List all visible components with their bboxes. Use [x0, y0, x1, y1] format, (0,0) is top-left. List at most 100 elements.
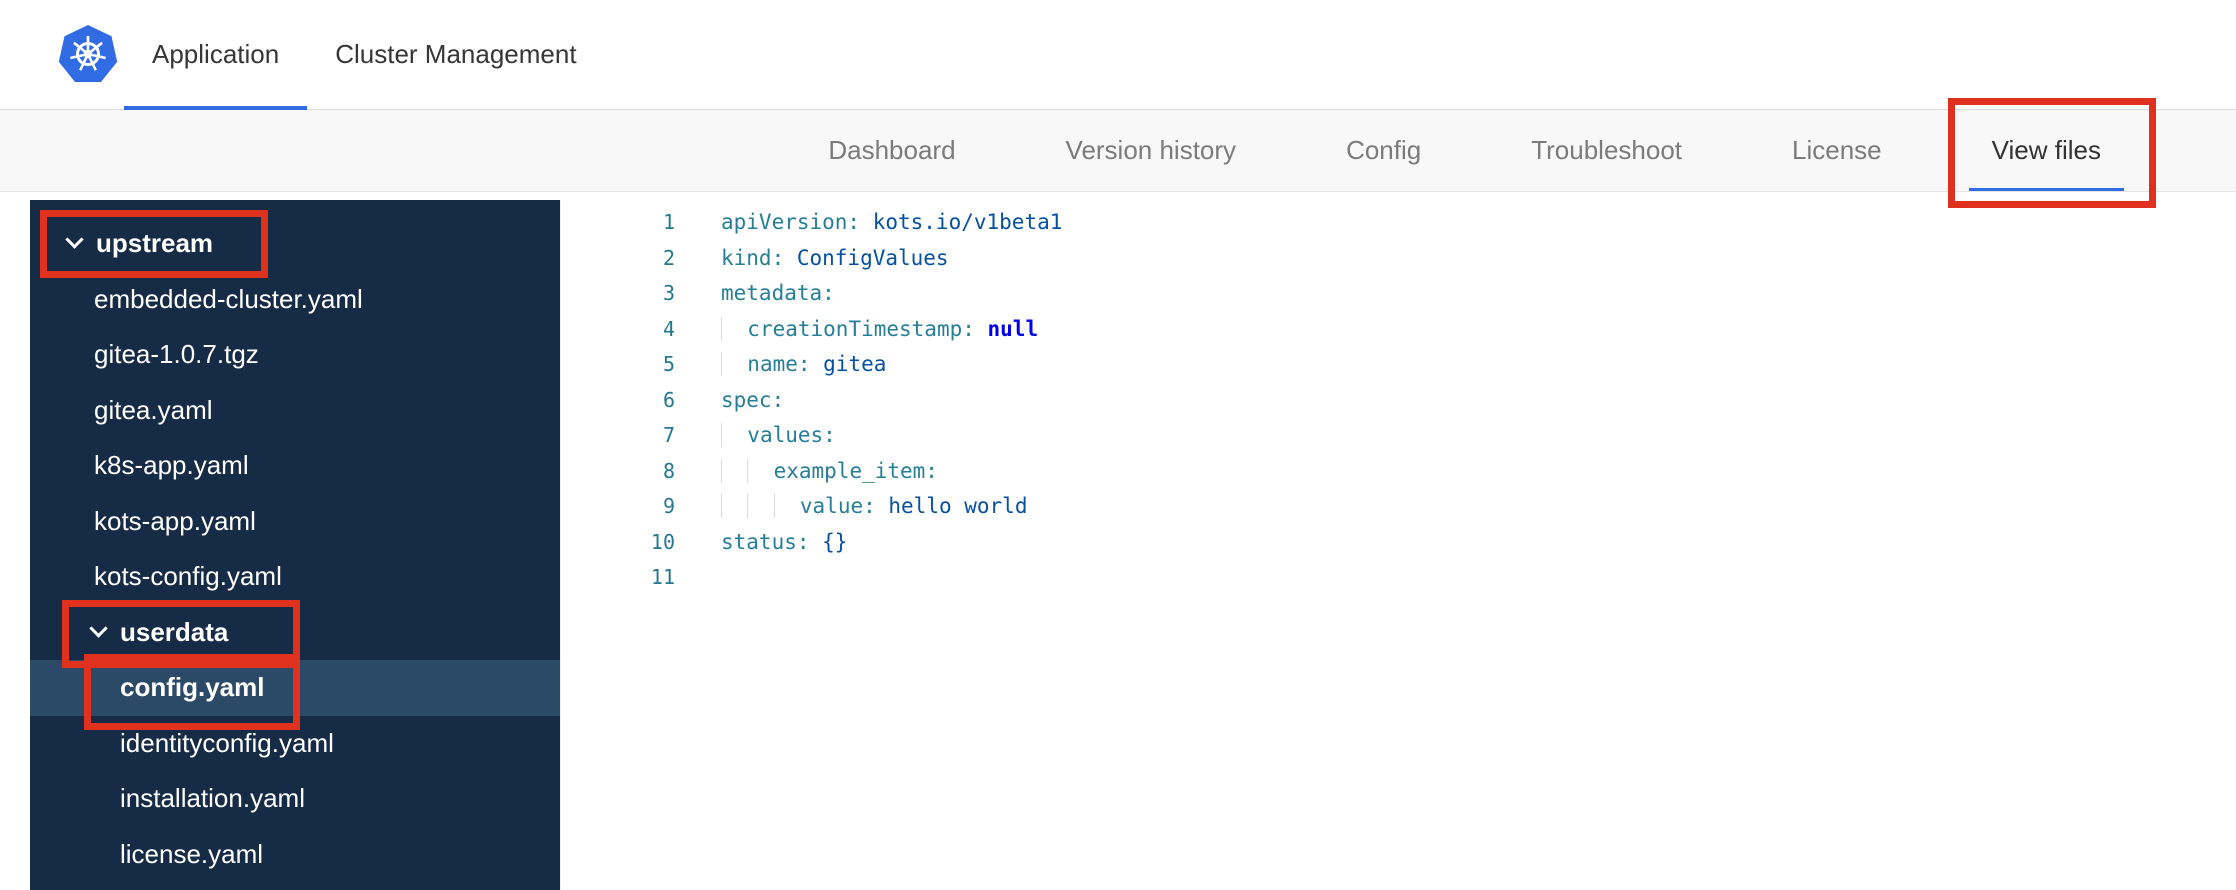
- yaml-token-key: value:: [799, 494, 876, 518]
- chevron-down-icon: [65, 230, 84, 249]
- subnav-item-troubleshoot[interactable]: Troubleshoot: [1476, 110, 1737, 191]
- yaml-token-key: apiVersion:: [721, 210, 861, 234]
- tree-file-installation-yaml[interactable]: installation.yaml: [30, 771, 560, 827]
- tree-item-label: userdata: [120, 616, 229, 647]
- line-number: 2: [662, 245, 675, 270]
- line-number: 11: [650, 565, 675, 589]
- subnav-item-version-history[interactable]: Version history: [1011, 110, 1292, 191]
- line-number: 5: [662, 352, 675, 376]
- tree-item-label: identityconfig.yaml: [120, 727, 334, 758]
- code-line-content: metadata:: [675, 276, 835, 312]
- line-number: 9: [662, 494, 675, 518]
- code-line-content: spec:: [675, 383, 784, 419]
- line-number: 7: [662, 423, 675, 447]
- subnav-item-config[interactable]: Config: [1291, 110, 1476, 191]
- code-line-content: apiVersion: kots.io/v1beta1: [675, 205, 1062, 241]
- subnav-item-view-files[interactable]: View files: [1937, 110, 2156, 191]
- indent-guide: [721, 423, 748, 447]
- tree-file-kots-config-yaml[interactable]: kots-config.yaml: [30, 549, 560, 605]
- code-line-content: status: {}: [675, 525, 847, 561]
- code-line-10: 10 status: {}: [561, 525, 2236, 561]
- app-section-tabs: Dashboard Version history Config Troublesho…: [0, 110, 2236, 192]
- yaml-token-value: hello world: [875, 494, 1028, 518]
- yaml-token-keyword: null: [974, 316, 1039, 341]
- yaml-token-key: values:: [747, 423, 836, 447]
- code-line-content: kind: ConfigValues: [675, 241, 949, 277]
- tree-file-gitea-yaml[interactable]: gitea.yaml: [30, 383, 560, 439]
- tree-file-k8s-app-yaml[interactable]: k8s-app.yaml: [30, 438, 560, 494]
- kots-admin-console: Application Cluster Management Dashboard V…: [0, 0, 2236, 890]
- indent-guide: [721, 316, 748, 341]
- code-line-content: name: gitea: [675, 347, 886, 383]
- tree-item-label: kots-app.yaml: [94, 505, 256, 536]
- tree-item-label: k8s-app.yaml: [94, 450, 249, 481]
- code-line-content: creationTimestamp: null: [675, 312, 1038, 348]
- tree-item-label: installation.yaml: [120, 783, 305, 814]
- tree-file-kots-app-yaml[interactable]: kots-app.yaml: [30, 494, 560, 550]
- tree-item-label: license.yaml: [120, 838, 264, 869]
- tree-item-label: config.yaml: [120, 672, 265, 703]
- code-line-content: value: hello world: [675, 489, 1027, 525]
- line-number: 6: [662, 387, 675, 412]
- code-line-6: 6 spec:: [561, 383, 2236, 419]
- indent-guide: [773, 494, 800, 518]
- code-line-9: 9 value: hello world: [561, 489, 2236, 525]
- tree-file-gitea-1-0-7-tgz[interactable]: gitea-1.0.7.tgz: [30, 327, 560, 383]
- primary-tabs: Application Cluster Management: [124, 0, 605, 110]
- code-line-4: 4 creationTimestamp: null: [561, 312, 2236, 348]
- code-line-11: 11: [561, 560, 2236, 596]
- line-number: 10: [650, 529, 675, 554]
- yaml-editor[interactable]: 1 apiVersion: kots.io/v1beta1 2 kind: Confi…: [560, 200, 2236, 890]
- yaml-token-value: kots.io/v1beta1: [860, 210, 1063, 234]
- yaml-token-key: name:: [747, 352, 811, 376]
- code-line-content: [675, 560, 721, 596]
- yaml-token-key: creationTimestamp:: [747, 316, 975, 341]
- file-tree-sidebar: upstream embedded-cluster.yaml gitea-1.0.7…: [30, 200, 560, 890]
- indent-guide: [721, 352, 748, 376]
- tree-item-label: kots-config.yaml: [94, 561, 282, 592]
- yaml-token-key: example_item:: [773, 458, 938, 483]
- tree-file-config-yaml[interactable]: config.yaml: [30, 660, 560, 716]
- code-line-content: values:: [675, 418, 836, 454]
- code-line-7: 7 values:: [561, 418, 2236, 454]
- yaml-token-value: ConfigValues: [784, 245, 949, 270]
- chevron-down-icon: [89, 619, 108, 638]
- line-number: 1: [662, 210, 675, 234]
- yaml-token-key: kind:: [721, 245, 785, 270]
- tree-folder-userdata[interactable]: userdata: [30, 605, 560, 661]
- code-line-3: 3 metadata:: [561, 276, 2236, 312]
- tab-application[interactable]: Application: [124, 0, 308, 110]
- yaml-token-key: status:: [721, 529, 810, 554]
- line-number: 8: [662, 458, 675, 483]
- tab-cluster-management[interactable]: Cluster Management: [307, 0, 604, 109]
- tree-folder-upstream[interactable]: upstream: [30, 216, 560, 272]
- yaml-token-value: gitea: [810, 352, 887, 376]
- yaml-token-key: metadata:: [721, 281, 835, 305]
- tree-item-label: upstream: [96, 228, 214, 259]
- code-line-5: 5 name: gitea: [561, 347, 2236, 383]
- kubernetes-helm-wheel-icon: [58, 25, 118, 82]
- indent-guide: [747, 458, 774, 483]
- indent-guide: [747, 494, 774, 518]
- tree-file-identityconfig-yaml[interactable]: identityconfig.yaml: [30, 716, 560, 772]
- tree-file-license-yaml[interactable]: license.yaml: [30, 827, 560, 883]
- yaml-token-value: {}: [809, 529, 848, 554]
- tree-item-label: gitea-1.0.7.tgz: [94, 339, 259, 370]
- line-number: 4: [662, 316, 675, 341]
- tree-item-label: gitea.yaml: [94, 394, 213, 425]
- code-line-1: 1 apiVersion: kots.io/v1beta1: [561, 205, 2236, 241]
- subnav-item-license[interactable]: License: [1737, 110, 1937, 191]
- code-line-8: 8 example_item:: [561, 454, 2236, 490]
- yaml-token-key: spec:: [721, 387, 785, 412]
- line-number: 3: [662, 281, 675, 305]
- indent-guide: [721, 458, 748, 483]
- code-line-2: 2 kind: ConfigValues: [561, 241, 2236, 277]
- tree-item-label: embedded-cluster.yaml: [94, 283, 363, 314]
- code-area: 1 apiVersion: kots.io/v1beta1 2 kind: Confi…: [561, 205, 2236, 596]
- top-header: Application Cluster Management: [0, 0, 2236, 110]
- tree-file-embedded-cluster-yaml[interactable]: embedded-cluster.yaml: [30, 272, 560, 328]
- code-line-content: example_item:: [675, 454, 938, 490]
- subnav-item-dashboard[interactable]: Dashboard: [773, 110, 1010, 191]
- indent-guide: [721, 494, 748, 518]
- kubernetes-logo-icon: [56, 23, 120, 87]
